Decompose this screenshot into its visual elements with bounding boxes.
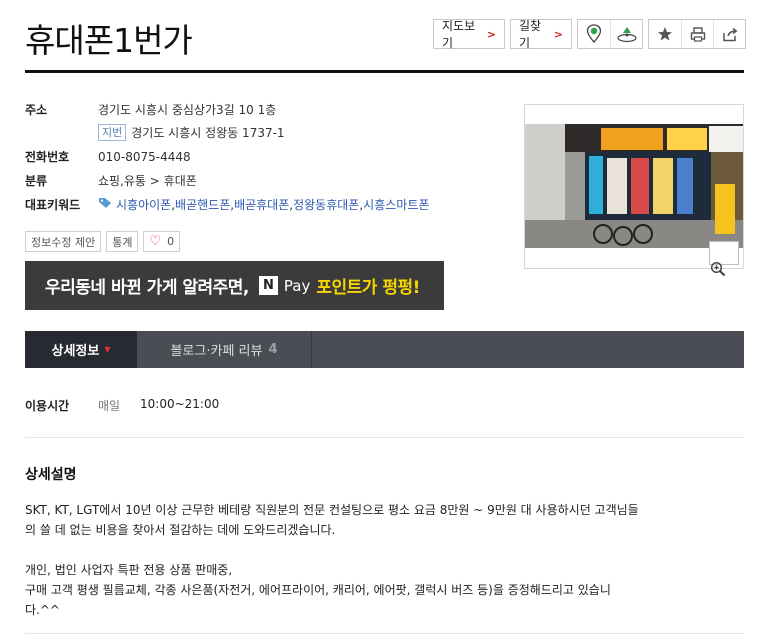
place-info: 주소 경기도 시흥시 중심상가3길 10 1층 지번 경기도 시흥시 정왕동 1… xyxy=(25,102,429,221)
hours-day: 매일 xyxy=(98,399,121,413)
jibun-badge: 지번 xyxy=(98,124,127,141)
category-value: 쇼핑,유통 > 휴대폰 xyxy=(98,174,197,188)
npay-text: Pay xyxy=(283,276,311,295)
category-label: 분류 xyxy=(25,174,48,188)
keyword-label: 대표키워드 xyxy=(25,198,81,212)
star-icon[interactable] xyxy=(649,20,681,48)
section-divider xyxy=(25,633,744,634)
description-paragraph: SKT, KT, LGT에서 10년 이상 근무한 베테랑 직원분의 전문 컨설… xyxy=(25,503,639,537)
directions-label: 길찾기 xyxy=(519,19,542,50)
chevron-right-icon: > xyxy=(486,27,496,41)
road-address: 경기도 시흥시 중심상가3길 10 1층 xyxy=(98,103,277,117)
suggest-edit-button[interactable]: 정보수정 제안 xyxy=(25,231,102,252)
like-button[interactable]: ♡ 0 xyxy=(143,231,181,252)
place-title: 휴대폰1번가 xyxy=(25,21,193,60)
detail-description: SKT, KT, LGT에서 10년 이상 근무한 베테랑 직원분의 전문 컨설… xyxy=(25,500,685,620)
detail-heading: 상세설명 xyxy=(25,467,77,483)
share-icon[interactable] xyxy=(713,20,745,48)
address-label: 주소 xyxy=(25,103,48,117)
title-divider xyxy=(25,70,744,73)
phone-number[interactable]: 010-8075-4448 xyxy=(98,149,191,165)
promo-banner[interactable]: 우리동네 바뀐 가게 알려주면, N Pay 포인트가 펑펑! xyxy=(25,261,444,310)
storefront-image xyxy=(525,124,743,248)
keyword-link[interactable]: 배곧핸드폰 xyxy=(175,197,230,213)
directions-button[interactable]: 길찾기 > xyxy=(510,19,572,50)
review-count: 4 xyxy=(268,342,278,357)
tab-blog-reviews-label: 블로그·카페 리뷰 xyxy=(170,344,263,359)
keyword-link[interactable]: 시흥스마트폰 xyxy=(363,197,429,213)
like-count: 0 xyxy=(167,235,175,248)
section-divider xyxy=(25,437,744,438)
npay-logo: N xyxy=(258,276,278,295)
place-photo[interactable] xyxy=(524,104,744,277)
category-row: 분류 쇼핑,유통 > 휴대폰 xyxy=(25,173,429,189)
street-view-icon[interactable] xyxy=(610,20,642,48)
caret-down-icon: ▼ xyxy=(104,345,111,354)
address-row: 주소 경기도 시흥시 중심상가3길 10 1층 지번 경기도 시흥시 정왕동 1… xyxy=(25,102,429,141)
map-view-label: 지도보기 xyxy=(442,19,476,50)
tab-blog-reviews[interactable]: 블로그·카페 리뷰 4 xyxy=(137,331,312,368)
jibun-address: 경기도 시흥시 정왕동 1737-1 xyxy=(131,125,285,140)
map-pin-icon[interactable] xyxy=(578,20,610,48)
tool-icon-group xyxy=(648,19,746,49)
banner-highlight: 포인트가 펑펑! xyxy=(316,278,420,298)
view-icon-group xyxy=(577,19,643,49)
keyword-link[interactable]: 시흥아이폰 xyxy=(116,197,171,213)
keyword-link[interactable]: 배곧휴대폰 xyxy=(234,197,289,213)
map-view-button[interactable]: 지도보기 > xyxy=(433,19,505,50)
hours-row: 이용시간 매일 10:00~21:00 xyxy=(25,397,219,414)
tab-details-label: 상세정보 xyxy=(51,344,100,359)
banner-text: 우리동네 바뀐 가게 알려주면, xyxy=(45,278,249,298)
print-icon[interactable] xyxy=(681,20,713,48)
hours-label: 이용시간 xyxy=(25,399,70,413)
chevron-right-icon: > xyxy=(553,27,563,41)
tag-icon xyxy=(98,197,112,213)
header-actions: 지도보기 > 길찾기 > xyxy=(433,19,746,50)
keyword-link[interactable]: 정왕동휴대폰 xyxy=(293,197,359,213)
keyword-row: 대표키워드 시흥아이폰, 배곧핸드폰, 배곧휴대폰, 정왕동휴대폰, 시흥스마트… xyxy=(25,197,429,213)
info-actions: 정보수정 제안 통계 ♡ 0 xyxy=(25,231,181,252)
phone-label: 전화번호 xyxy=(25,150,70,164)
hours-time: 10:00~21:00 xyxy=(140,397,220,411)
stats-button[interactable]: 통계 xyxy=(106,231,139,252)
heart-icon: ♡ xyxy=(149,234,162,249)
description-paragraph: 개인, 법인 사업자 특판 전용 상품 판매중, 구매 고객 평생 필름교체, … xyxy=(25,563,611,617)
detail-tabs: 상세정보 ▼ 블로그·카페 리뷰 4 xyxy=(25,331,744,368)
tab-details[interactable]: 상세정보 ▼ xyxy=(25,331,137,368)
phone-row: 전화번호 010-8075-4448 xyxy=(25,149,429,165)
zoom-in-icon[interactable] xyxy=(709,241,739,277)
